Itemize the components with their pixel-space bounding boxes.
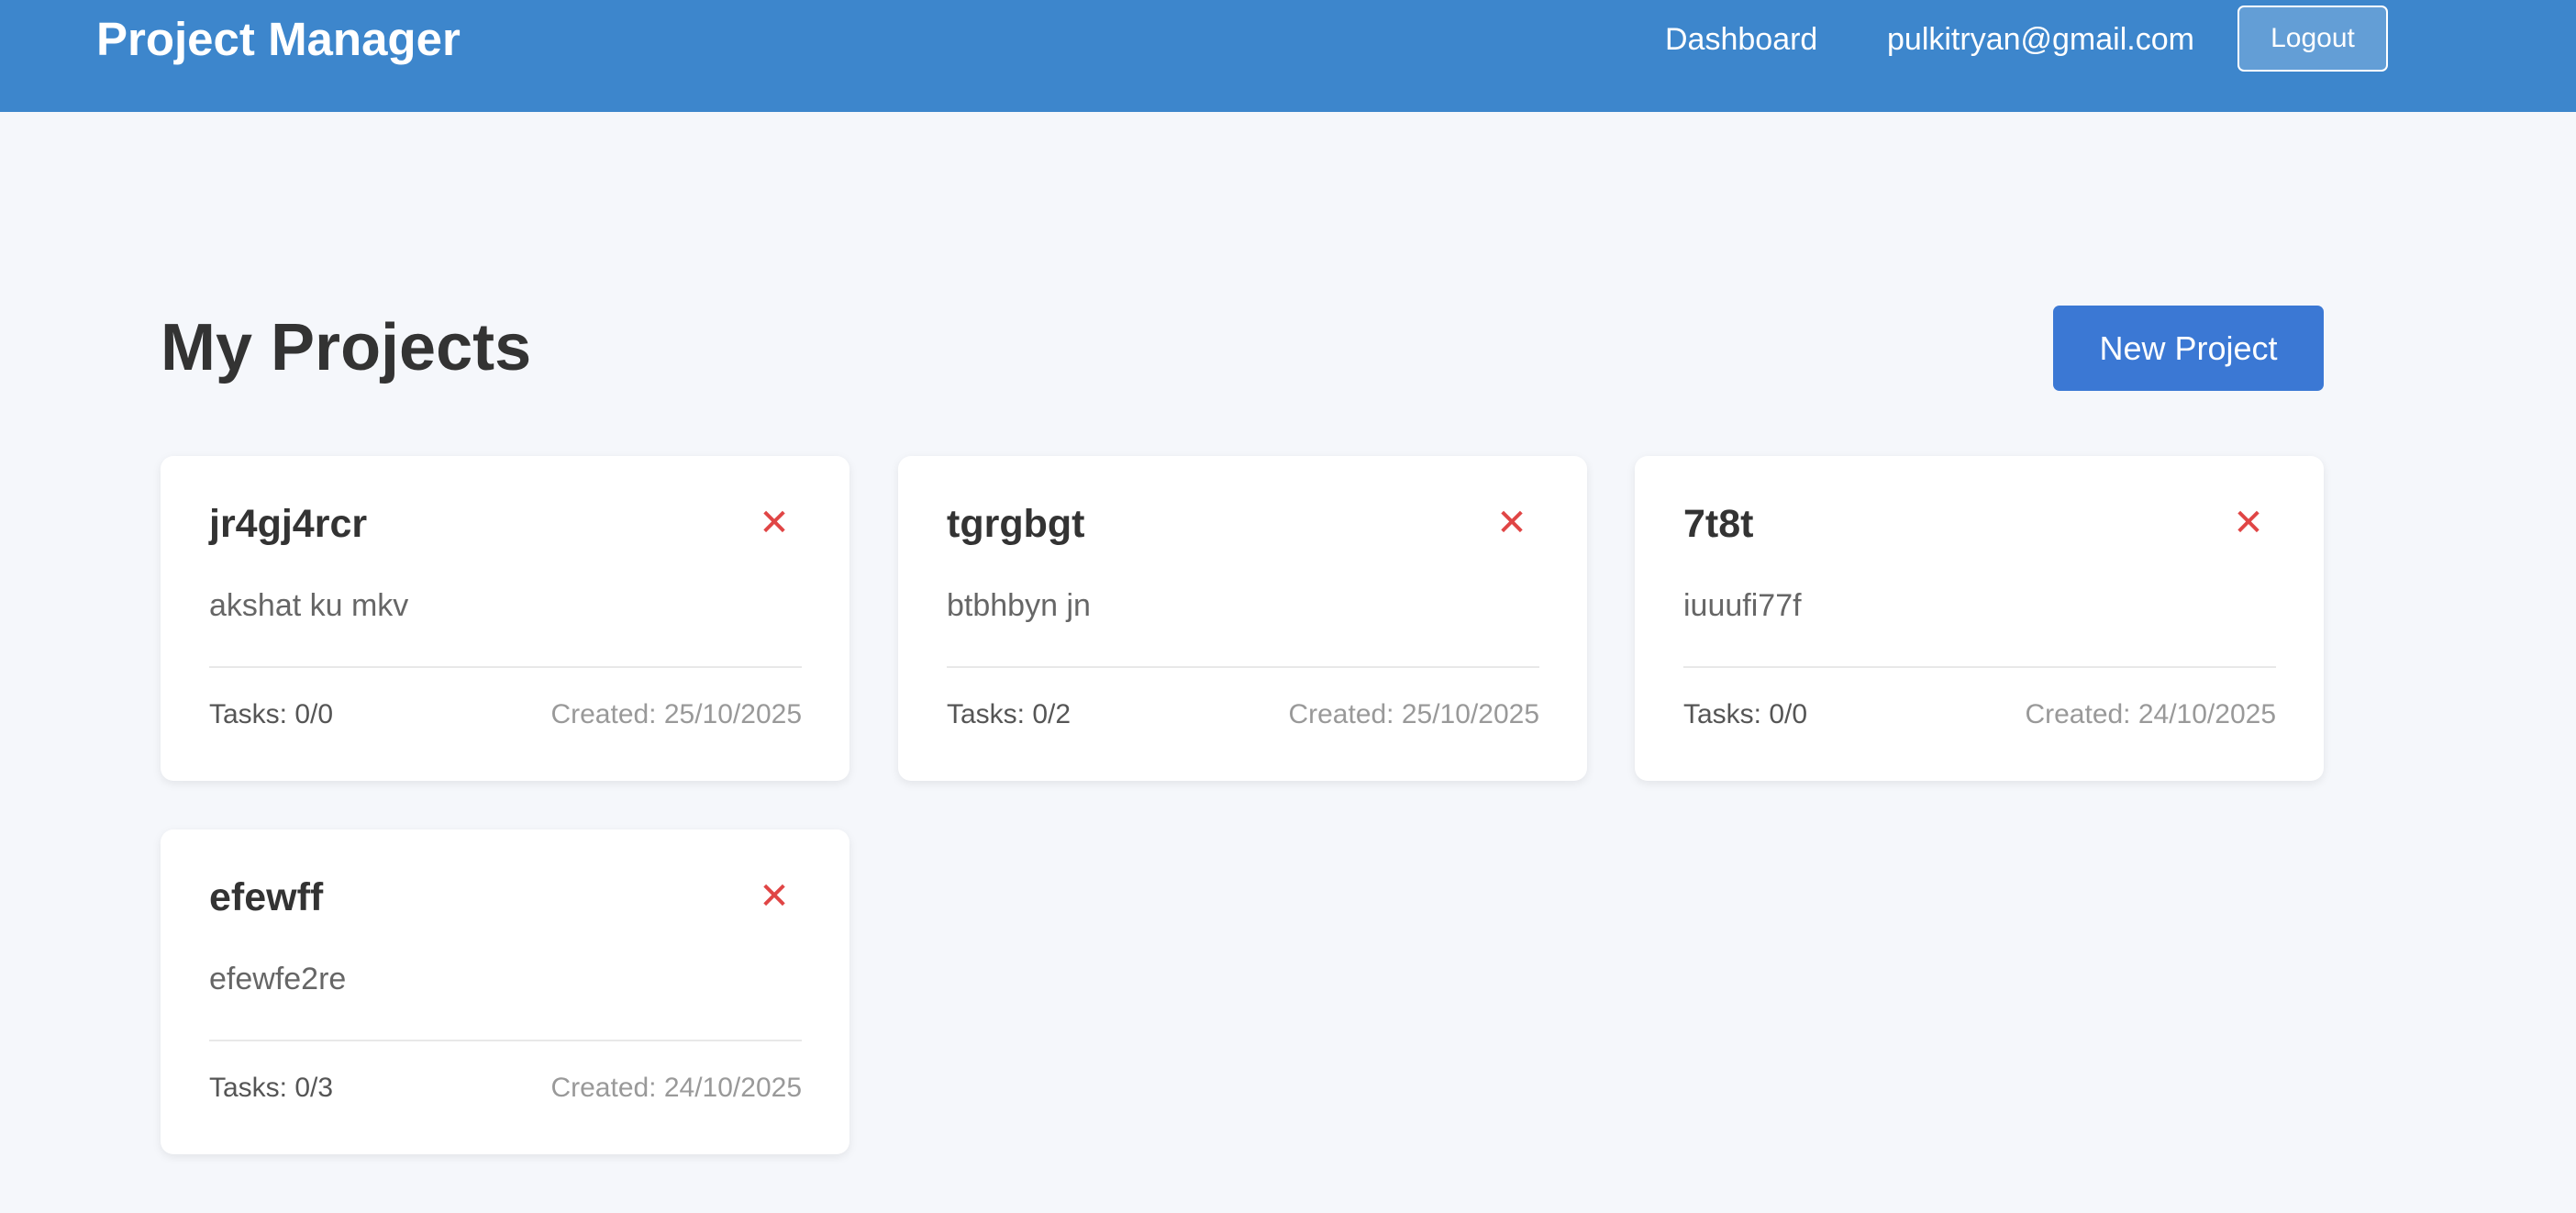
project-description: iuuufi77f [1683,588,1802,623]
project-description: btbhbyn jn [947,588,1091,623]
logout-button[interactable]: Logout [2237,6,2388,72]
project-created-date: Created: 25/10/2025 [1288,699,1539,729]
project-card[interactable]: tgrgbgt ✕ btbhbyn jn Tasks: 0/2 Created:… [898,456,1587,781]
user-email: pulkitryan@gmail.com [1887,22,2194,57]
close-icon[interactable]: ✕ [753,875,795,918]
project-created-date: Created: 24/10/2025 [2025,699,2276,729]
close-icon[interactable]: ✕ [1491,502,1533,544]
page-title: My Projects [161,311,532,384]
project-name[interactable]: tgrgbgt [947,500,1084,548]
project-description: efewfe2re [209,962,347,996]
close-icon[interactable]: ✕ [2227,502,2270,544]
project-created-date: Created: 24/10/2025 [550,1073,802,1103]
nav-dashboard-link[interactable]: Dashboard [1665,9,1817,70]
project-description: akshat ku mkv [209,588,409,623]
card-divider [947,666,1539,668]
project-name[interactable]: jr4gj4rcr [209,500,367,548]
project-task-count: Tasks: 0/0 [1683,699,1808,729]
card-divider [209,1040,802,1041]
close-icon[interactable]: ✕ [753,502,795,544]
project-card[interactable]: 7t8t ✕ iuuufi77f Tasks: 0/0 Created: 24/… [1635,456,2324,781]
project-task-count: Tasks: 0/3 [209,1073,334,1103]
card-divider [209,666,802,668]
new-project-button[interactable]: New Project [2053,306,2324,391]
project-name[interactable]: 7t8t [1683,500,1753,548]
project-created-date: Created: 25/10/2025 [550,699,802,729]
project-card[interactable]: efewff ✕ efewfe2re Tasks: 0/3 Created: 2… [161,829,849,1154]
brand-title[interactable]: Project Manager [96,9,461,70]
top-navbar: Project Manager Dashboard pulkitryan@gma… [0,0,2576,112]
project-name[interactable]: efewff [209,874,323,921]
project-task-count: Tasks: 0/2 [947,699,1071,729]
project-task-count: Tasks: 0/0 [209,699,334,729]
card-divider [1683,666,2276,668]
project-card[interactable]: jr4gj4rcr ✕ akshat ku mkv Tasks: 0/0 Cre… [161,456,849,781]
